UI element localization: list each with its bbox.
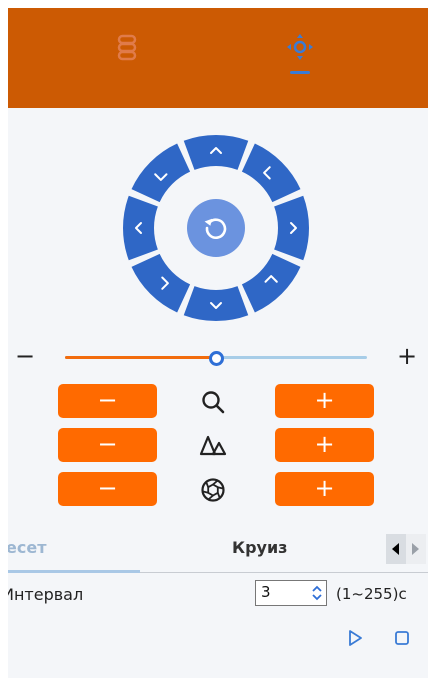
interval-spinbox[interactable]: 3 (255, 580, 327, 606)
ptz-move-icon (287, 34, 313, 60)
stop-icon[interactable] (393, 629, 411, 647)
zoom-slider-track[interactable] (65, 351, 367, 366)
ptz-reset-button[interactable] (187, 199, 245, 257)
top-toolbar (8, 8, 428, 108)
tab-preset[interactable]: есет (8, 524, 46, 572)
aperture-icon (201, 478, 225, 502)
layers-tab[interactable] (105, 30, 149, 86)
layers-icon (117, 34, 137, 61)
rotate-reset-icon (204, 218, 227, 240)
interval-label: Интервал (8, 585, 84, 604)
preset-cruise-tabs: есет Круиз (8, 524, 428, 573)
iris-plus-button[interactable]: + (275, 472, 374, 506)
zoom-in-button[interactable]: + (394, 344, 420, 369)
focus-triangles-icon (199, 435, 227, 456)
tab-underline (8, 570, 140, 573)
interval-value: 3 (261, 583, 271, 601)
ptz-down-right-button[interactable] (241, 253, 301, 313)
tab-scroll-nav (386, 534, 428, 564)
ptz-right-button[interactable] (274, 195, 309, 261)
ptz-direction-wheel (121, 133, 311, 323)
tab-cruise[interactable]: Круиз (232, 524, 287, 572)
ptz-move-tab[interactable] (278, 30, 322, 86)
caret-right-icon (412, 543, 419, 555)
ptz-panel: − + − + − + − + есет Круиз Интервал 3 (1… (8, 8, 428, 678)
spin-arrows-icon[interactable] (308, 581, 326, 605)
magnifier-icon (202, 391, 225, 414)
tab-scroll-right-button[interactable] (406, 534, 426, 564)
zoom-out-button[interactable]: − (12, 344, 38, 369)
focus-control-row: − + (8, 428, 428, 464)
ptz-left-button[interactable] (123, 195, 158, 261)
focus-plus-button[interactable]: + (275, 428, 374, 462)
ptz-down-left-button[interactable] (131, 253, 191, 313)
caret-left-icon (392, 543, 399, 555)
zoom-slider-fill (65, 356, 216, 359)
iris-control-row: − + (8, 472, 428, 508)
ptz-down-button[interactable] (183, 286, 249, 321)
active-tab-indicator (290, 71, 310, 74)
iris-minus-button[interactable]: − (58, 472, 157, 506)
zoom-slider-row: − + (8, 344, 428, 369)
interval-range: (1~255)с (336, 585, 407, 603)
zoom-plus-button[interactable]: + (275, 384, 374, 418)
zoom-slider-thumb[interactable] (209, 351, 224, 366)
ptz-up-right-button[interactable] (241, 143, 301, 203)
play-icon[interactable] (346, 628, 364, 648)
ptz-up-button[interactable] (183, 135, 249, 170)
tab-scroll-left-button[interactable] (386, 534, 406, 564)
focus-minus-button[interactable]: − (58, 428, 157, 462)
ptz-up-left-button[interactable] (131, 143, 191, 203)
zoom-minus-button[interactable]: − (58, 384, 157, 418)
zoom-control-row: − + (8, 384, 428, 420)
